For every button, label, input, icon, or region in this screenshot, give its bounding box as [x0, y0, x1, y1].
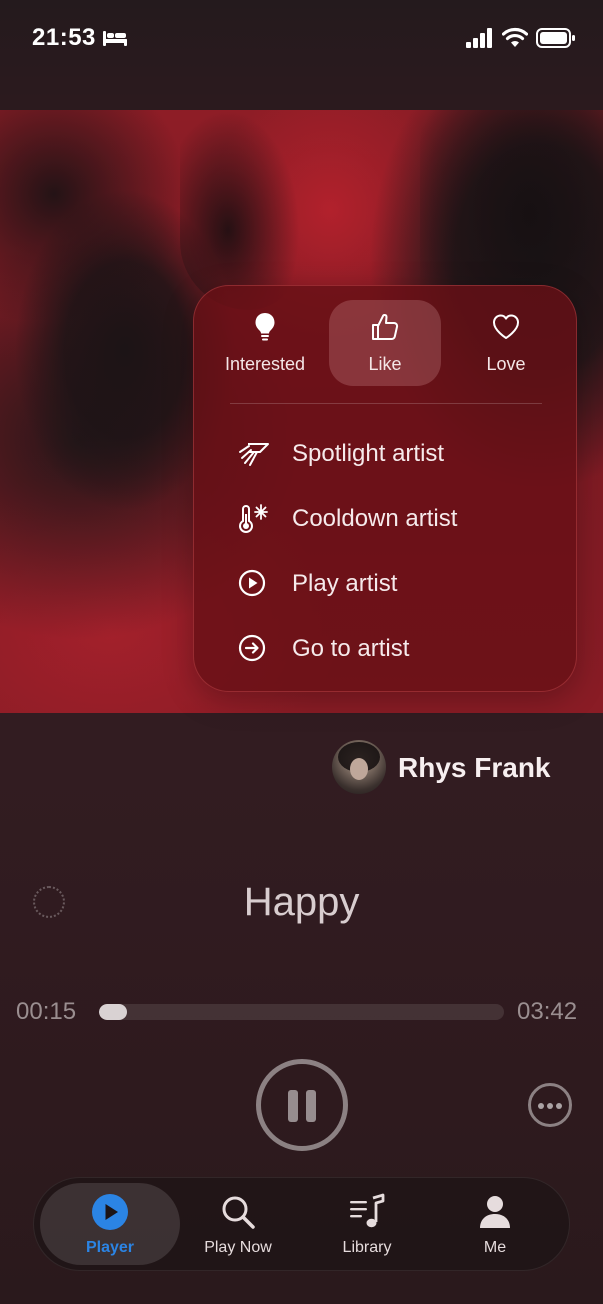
artist-name: Rhys Frank: [398, 752, 551, 783]
heart-icon: [450, 312, 562, 342]
music-list-icon: [297, 1193, 437, 1231]
more-options-button[interactable]: [528, 1083, 572, 1127]
reaction-love[interactable]: Love: [450, 300, 562, 386]
person-icon: [425, 1193, 565, 1231]
bed-icon: [103, 31, 127, 46]
more-dots-icon: [538, 1103, 544, 1109]
play-circle-icon: [40, 1193, 180, 1231]
reaction-label: Like: [368, 354, 402, 374]
tab-label: Play Now: [204, 1239, 272, 1256]
spotlight-icon: [239, 443, 269, 466]
song-title: Happy: [243, 880, 360, 924]
thumbs-up-icon: [329, 312, 441, 342]
reaction-interested[interactable]: Interested: [209, 300, 321, 386]
arrow-right-circle-icon: [238, 634, 266, 662]
menu-item-go-to-artist[interactable]: Go to artist: [230, 623, 550, 673]
menu-item-label: Cooldown artist: [292, 505, 458, 532]
play-circle-icon: [238, 569, 266, 597]
tab-play-now[interactable]: Play Now: [168, 1183, 308, 1265]
tab-bar: Player Play Now Library Me: [33, 1177, 570, 1271]
thermometer-snowflake-icon: [238, 504, 268, 533]
artwork-shadow: [0, 110, 180, 320]
tab-library[interactable]: Library: [297, 1183, 437, 1265]
more-dots-icon: [556, 1103, 562, 1109]
progress-fill: [99, 1004, 127, 1020]
menu-divider: [230, 403, 542, 404]
tab-me[interactable]: Me: [425, 1183, 565, 1265]
artist-link[interactable]: Rhys Frank: [332, 740, 572, 796]
pause-icon: [306, 1090, 316, 1122]
menu-item-label: Play artist: [292, 570, 398, 597]
status-time: 21:53: [32, 24, 96, 51]
cellular-signal-icon: [466, 28, 492, 48]
tab-label: Player: [85, 1239, 135, 1256]
player-screen: 21:53 Interested Like Love Spotlight art…: [0, 0, 603, 1304]
pause-button[interactable]: [256, 1059, 348, 1151]
menu-item-play-artist[interactable]: Play artist: [230, 558, 550, 608]
elapsed-time: 00:15: [16, 998, 77, 1025]
reaction-label: Interested: [224, 354, 306, 374]
total-time: 03:42: [517, 998, 578, 1025]
tab-label: Library: [342, 1239, 392, 1256]
tab-label: Me: [483, 1239, 507, 1256]
menu-item-label: Go to artist: [292, 635, 410, 662]
menu-item-cooldown-artist[interactable]: Cooldown artist: [230, 493, 550, 543]
artist-avatar: [332, 740, 386, 794]
more-dots-icon: [547, 1103, 553, 1109]
reaction-label: Love: [486, 354, 526, 374]
pause-icon: [288, 1090, 298, 1122]
menu-item-label: Spotlight artist: [292, 440, 445, 467]
artwork-shadow: [180, 110, 300, 310]
wifi-icon: [502, 27, 528, 47]
battery-icon: [536, 28, 575, 48]
status-bar: 21:53: [0, 0, 603, 80]
tab-player[interactable]: Player: [40, 1183, 180, 1265]
menu-item-spotlight-artist[interactable]: Spotlight artist: [230, 428, 550, 478]
reaction-like[interactable]: Like: [329, 300, 441, 386]
artist-context-menu: Interested Like Love Spotlight artist Co…: [193, 285, 577, 692]
progress-slider[interactable]: [99, 1004, 504, 1020]
search-icon: [168, 1193, 308, 1231]
lightbulb-icon: [209, 312, 321, 342]
